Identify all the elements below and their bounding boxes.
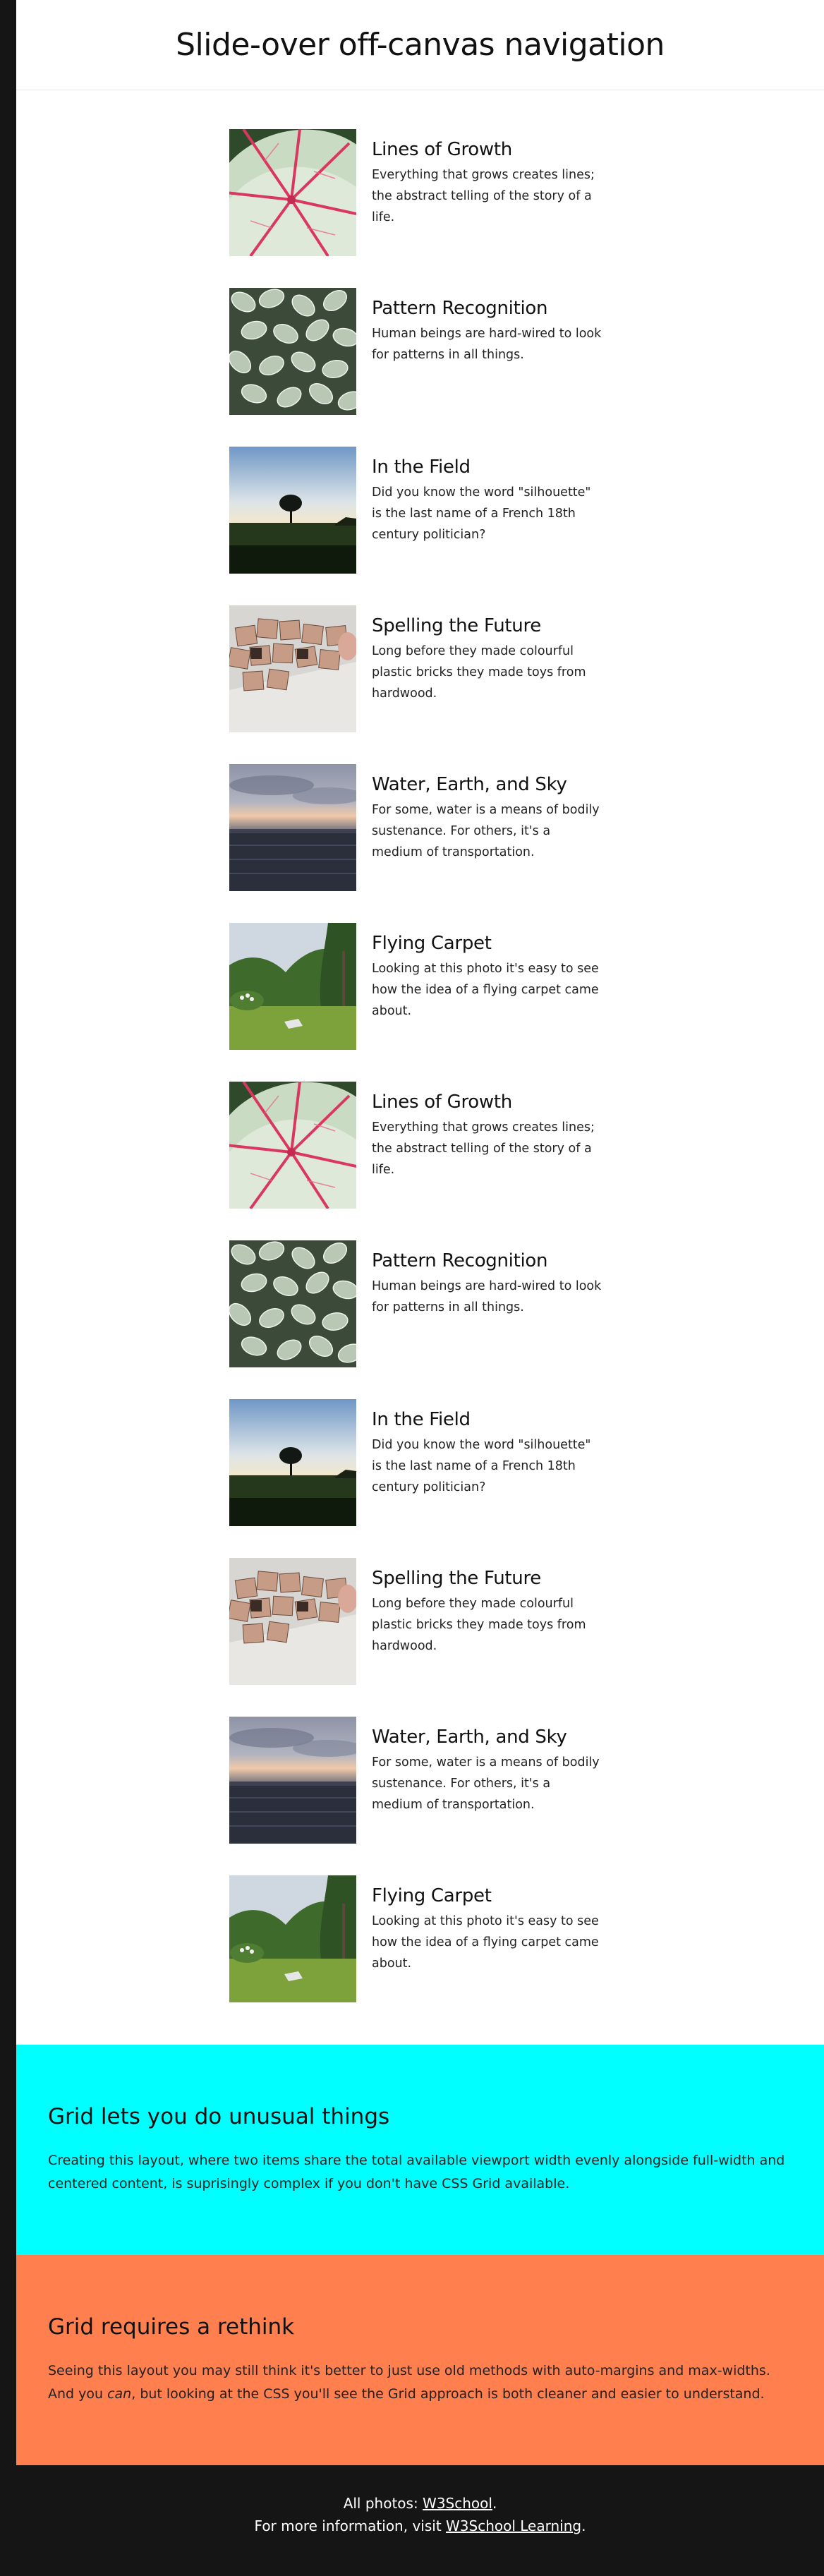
- item-title[interactable]: In the Field: [372, 1409, 605, 1430]
- grid-unusual-section: Grid lets you do unusual things Creating…: [16, 2045, 824, 2255]
- item-text: In the Field Did you know the word "silh…: [356, 447, 605, 574]
- item-title[interactable]: Flying Carpet: [372, 1885, 605, 1906]
- photo-credit-suffix: .: [492, 2495, 497, 2512]
- list-item[interactable]: Lines of Growth Everything that grows cr…: [229, 129, 624, 256]
- more-info-suffix: .: [581, 2517, 586, 2534]
- item-text: Water, Earth, and Sky For some, water is…: [356, 1717, 605, 1844]
- item-body: Did you know the word "silhouette" is th…: [372, 485, 591, 542]
- list-item[interactable]: Spelling the Future Long before they mad…: [229, 1558, 624, 1685]
- item-body: Did you know the word "silhouette" is th…: [372, 1438, 591, 1494]
- more-info: For more information, visit W3School Lea…: [16, 2515, 824, 2537]
- item-text: In the Field Did you know the word "silh…: [356, 1399, 605, 1526]
- item-body: Long before they made colourful plastic …: [372, 644, 586, 701]
- thumbnail-image: [229, 1240, 356, 1367]
- list-item[interactable]: Pattern Recognition Human beings are har…: [229, 288, 624, 415]
- item-text: Water, Earth, and Sky For some, water is…: [356, 764, 605, 891]
- item-text: Flying Carpet Looking at this photo it's…: [356, 1875, 605, 2002]
- item-body: For some, water is a means of bodily sus…: [372, 803, 600, 859]
- item-body: Human beings are hard-wired to look for …: [372, 1279, 602, 1314]
- thumbnail-image: [229, 1717, 356, 1844]
- list-item[interactable]: Flying Carpet Looking at this photo it's…: [229, 923, 624, 1050]
- item-title[interactable]: Pattern Recognition: [372, 1250, 605, 1271]
- item-body: Human beings are hard-wired to look for …: [372, 327, 602, 362]
- item-text: Pattern Recognition Human beings are har…: [356, 288, 605, 415]
- item-title[interactable]: Lines of Growth: [372, 1092, 605, 1113]
- grid-rethink-section: Grid requires a rethink Seeing this layo…: [16, 2255, 824, 2465]
- item-body: Looking at this photo it's easy to see h…: [372, 1914, 599, 1971]
- thumbnail-image: [229, 1875, 356, 2002]
- section-body: Seeing this layout you may still think i…: [48, 2359, 792, 2406]
- photo-credit-link[interactable]: W3School: [423, 2495, 492, 2512]
- page-footer: All photos: W3School. For more informati…: [16, 2465, 824, 2576]
- list-item[interactable]: Pattern Recognition Human beings are har…: [229, 1240, 624, 1367]
- thumbnail-image: [229, 1558, 356, 1685]
- thumbnail-image: [229, 923, 356, 1050]
- more-info-link[interactable]: W3School Learning: [446, 2517, 581, 2534]
- thumbnail-image: [229, 764, 356, 891]
- thumbnail-image: [229, 288, 356, 415]
- item-text: Lines of Growth Everything that grows cr…: [356, 1082, 605, 1209]
- thumbnail-image: [229, 605, 356, 732]
- item-title[interactable]: Spelling the Future: [372, 615, 605, 636]
- thumbnail-image: [229, 129, 356, 256]
- item-text: Flying Carpet Looking at this photo it's…: [356, 923, 605, 1050]
- item-text: Spelling the Future Long before they mad…: [356, 605, 605, 732]
- item-body: Looking at this photo it's easy to see h…: [372, 962, 599, 1018]
- list-item[interactable]: Spelling the Future Long before they mad…: [229, 605, 624, 732]
- photo-credit: All photos: W3School.: [16, 2492, 824, 2515]
- item-title[interactable]: Water, Earth, and Sky: [372, 1727, 605, 1748]
- item-text: Lines of Growth Everything that grows cr…: [356, 129, 605, 256]
- thumbnail-image: [229, 1399, 356, 1526]
- item-body: Long before they made colourful plastic …: [372, 1597, 586, 1653]
- list-item[interactable]: Flying Carpet Looking at this photo it's…: [229, 1875, 624, 2002]
- item-title[interactable]: Spelling the Future: [372, 1568, 605, 1589]
- item-title[interactable]: Pattern Recognition: [372, 298, 605, 319]
- page: Slide-over off-canvas navigation Lines o…: [16, 0, 824, 2576]
- item-body: For some, water is a means of bodily sus…: [372, 1755, 600, 1812]
- list-item[interactable]: Water, Earth, and Sky For some, water is…: [229, 1717, 624, 1844]
- article-list: Lines of Growth Everything that grows cr…: [229, 129, 624, 2034]
- section-heading: Grid lets you do unusual things: [48, 2104, 390, 2129]
- item-title[interactable]: Water, Earth, and Sky: [372, 774, 605, 795]
- list-item[interactable]: In the Field Did you know the word "silh…: [229, 447, 624, 574]
- list-item[interactable]: Water, Earth, and Sky For some, water is…: [229, 764, 624, 891]
- item-title[interactable]: Flying Carpet: [372, 933, 605, 954]
- item-title[interactable]: Lines of Growth: [372, 139, 605, 160]
- item-text: Pattern Recognition Human beings are har…: [356, 1240, 605, 1367]
- page-title: Slide-over off-canvas navigation: [176, 27, 665, 63]
- list-item[interactable]: In the Field Did you know the word "silh…: [229, 1399, 624, 1526]
- item-text: Spelling the Future Long before they mad…: [356, 1558, 605, 1685]
- photo-credit-label: All photos:: [343, 2495, 423, 2512]
- page-header: Slide-over off-canvas navigation: [16, 0, 824, 90]
- item-title[interactable]: In the Field: [372, 456, 605, 478]
- section-body-emphasis: can: [107, 2386, 132, 2402]
- section-body-after: , but looking at the CSS you'll see the …: [131, 2386, 765, 2402]
- thumbnail-image: [229, 1082, 356, 1209]
- section-heading: Grid requires a rethink: [48, 2314, 295, 2340]
- list-item[interactable]: Lines of Growth Everything that grows cr…: [229, 1082, 624, 1209]
- item-body: Everything that grows creates lines; the…: [372, 1120, 595, 1177]
- section-body: Creating this layout, where two items sh…: [48, 2153, 785, 2191]
- item-body: Everything that grows creates lines; the…: [372, 168, 595, 224]
- more-info-label: For more information, visit: [254, 2517, 447, 2534]
- thumbnail-image: [229, 447, 356, 574]
